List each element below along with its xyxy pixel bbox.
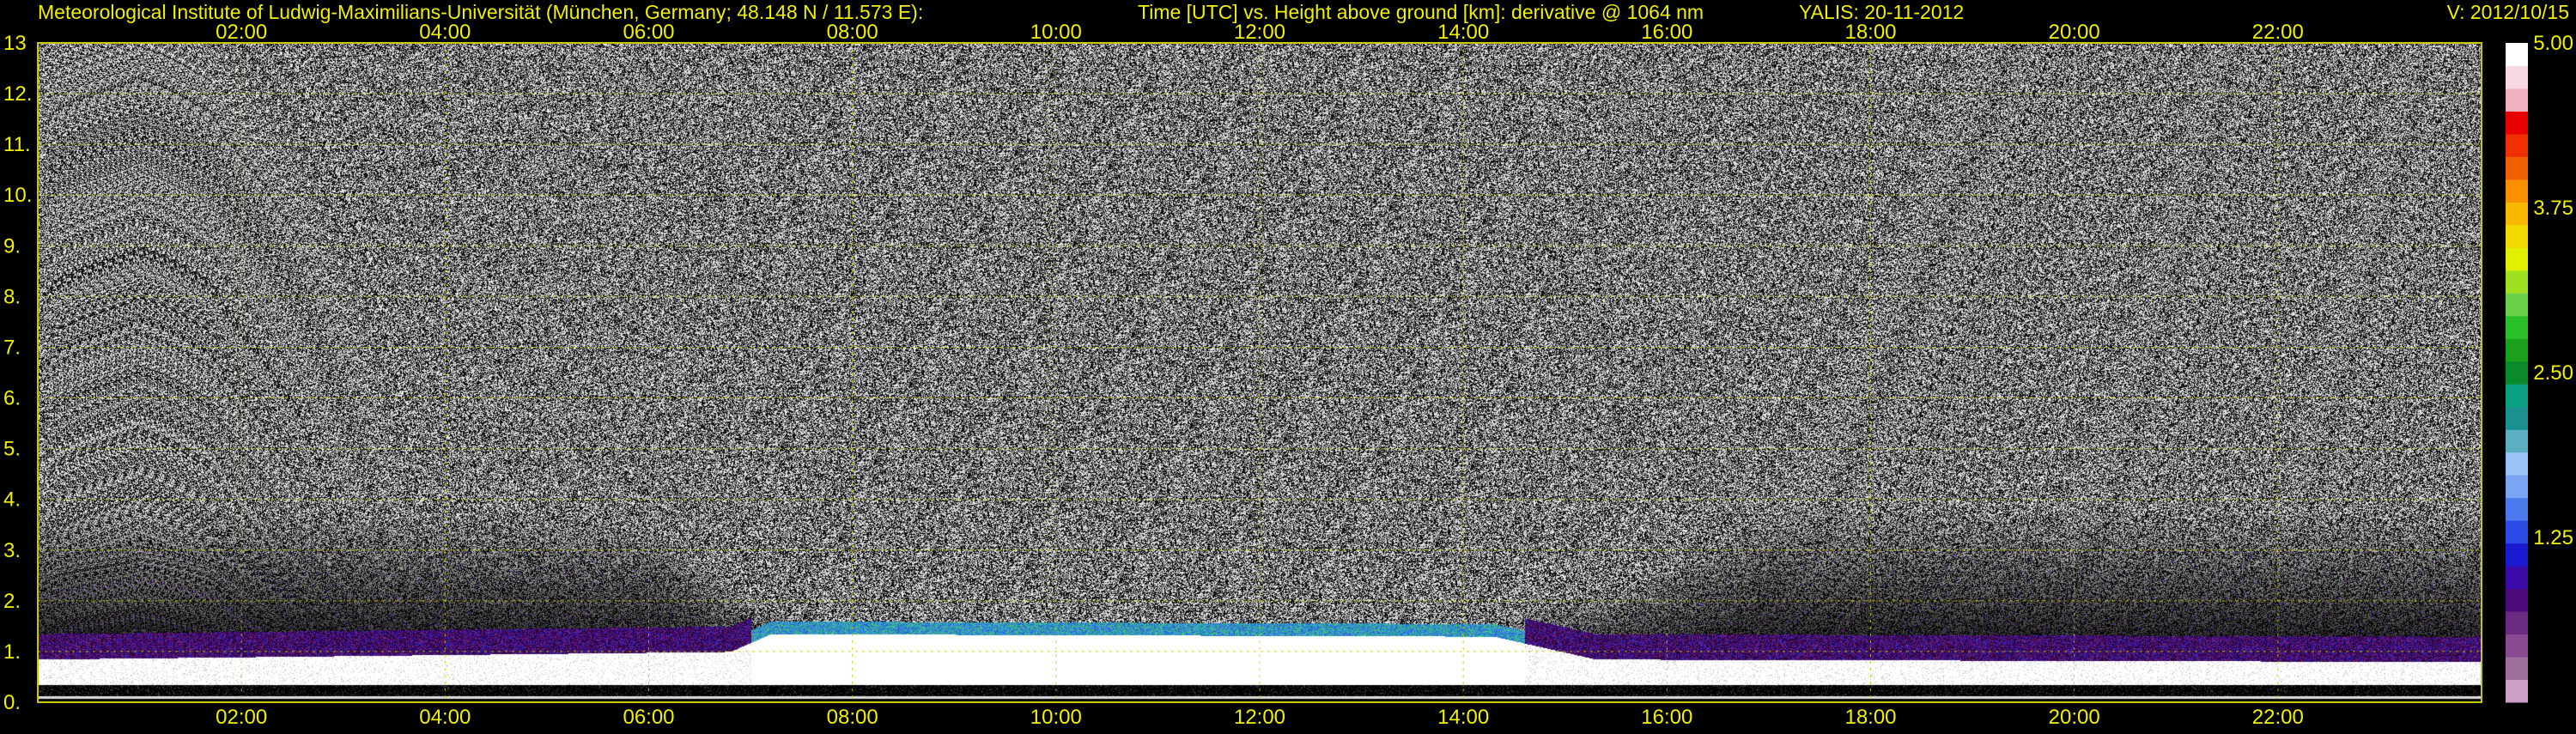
x-tick-label-bottom: 20:00: [2049, 706, 2100, 729]
colorbar-segment: [2506, 179, 2528, 203]
colorbar-segment: [2506, 156, 2528, 180]
colorbar-segment: [2506, 634, 2528, 658]
colorbar-segment: [2506, 111, 2528, 135]
colorbar-segment: [2506, 65, 2528, 89]
x-tick-label-bottom: 18:00: [1844, 706, 1896, 729]
x-tick-label-top: 14:00: [1437, 21, 1489, 44]
x-tick-label-top: 16:00: [1641, 21, 1692, 44]
colorbar-segment: [2506, 588, 2528, 612]
y-tick-label: 9.: [3, 234, 21, 258]
x-tick-label-bottom: 16:00: [1641, 706, 1692, 729]
colorbar-segment: [2506, 361, 2528, 385]
x-tick-label-top: 06:00: [623, 21, 674, 44]
x-tick-label-top: 12:00: [1234, 21, 1285, 44]
colorbar-tick-label: 3.75: [2533, 197, 2573, 220]
colorbar-segment: [2506, 475, 2528, 499]
x-tick-label-bottom: 10:00: [1030, 706, 1082, 729]
colorbar-tick-label: 1.25: [2533, 526, 2573, 549]
y-tick-label: 11.: [3, 133, 31, 156]
y-tick-label: 12.: [3, 82, 32, 106]
title-description: Time [UTC] vs. Height above ground [km]:…: [1138, 1, 1704, 23]
colorbar-segment: [2506, 293, 2528, 317]
y-tick-label: 13: [3, 32, 27, 55]
colorbar-segment: [2506, 566, 2528, 590]
y-tick-label: 0.: [3, 691, 21, 714]
colorbar-segment: [2506, 429, 2528, 453]
y-tick-label: 10.: [3, 184, 32, 207]
y-tick-label: 3.: [3, 539, 21, 562]
y-tick-label: 4.: [3, 488, 21, 512]
y-tick-label: 2.: [3, 590, 21, 613]
colorbar-segment: [2506, 384, 2528, 408]
colorbar: 1.25 2.50 3.75 5.00: [2506, 32, 2573, 703]
x-tick-label-bottom: 12:00: [1234, 706, 1285, 729]
colorbar-segment: [2506, 133, 2528, 157]
chart-svg: Meteorological Institute of Ludwig-Maxim…: [3, 1, 2573, 729]
colorbar-segment: [2506, 224, 2528, 248]
colorbar-segment: [2506, 406, 2528, 430]
x-tick-label-top: 02:00: [216, 21, 267, 44]
x-tick-label-bottom: 02:00: [216, 706, 267, 729]
colorbar-segment: [2506, 88, 2528, 112]
colorbar-tick-label: 5.00: [2533, 32, 2573, 55]
x-tick-label-bottom: 22:00: [2252, 706, 2304, 729]
x-tick-label-bottom: 14:00: [1437, 706, 1489, 729]
y-tick-label: 8.: [3, 285, 21, 308]
y-tick-label: 7.: [3, 336, 21, 359]
x-tick-label-top: 22:00: [2252, 21, 2304, 44]
colorbar-segment: [2506, 270, 2528, 294]
x-tick-label-bottom: 04:00: [419, 706, 471, 729]
colorbar-segment: [2506, 452, 2528, 476]
colorbar-segment: [2506, 611, 2528, 635]
colorbar-segment: [2506, 338, 2528, 362]
lidar-chart: Meteorological Institute of Ludwig-Maxim…: [0, 0, 2576, 730]
title-version: V: 2012/10/15: [2447, 1, 2569, 23]
colorbar-segment: [2506, 202, 2528, 226]
x-tick-label-top: 08:00: [827, 21, 878, 44]
title-institute: Meteorological Institute of Ludwig-Maxim…: [38, 1, 923, 23]
colorbar-segment: [2506, 315, 2528, 339]
x-tick-label-top: 20:00: [2049, 21, 2100, 44]
x-tick-label-bottom: 08:00: [827, 706, 878, 729]
colorbar-segment: [2506, 543, 2528, 567]
x-tick-label-top: 18:00: [1844, 21, 1896, 44]
y-tick-label: 5.: [3, 438, 21, 461]
x-tick-label-bottom: 06:00: [623, 706, 674, 729]
colorbar-segment: [2506, 679, 2528, 703]
x-tick-label-top: 10:00: [1030, 21, 1082, 44]
colorbar-segment: [2506, 43, 2528, 66]
colorbar-segment: [2506, 657, 2528, 681]
y-tick-label: 1.: [3, 640, 21, 664]
colorbar-tick-label: 2.50: [2533, 361, 2573, 385]
x-tick-label-top: 04:00: [419, 21, 471, 44]
colorbar-segment: [2506, 520, 2528, 544]
y-tick-label: 6.: [3, 387, 21, 410]
colorbar-segment: [2506, 247, 2528, 271]
colorbar-segment: [2506, 497, 2528, 521]
